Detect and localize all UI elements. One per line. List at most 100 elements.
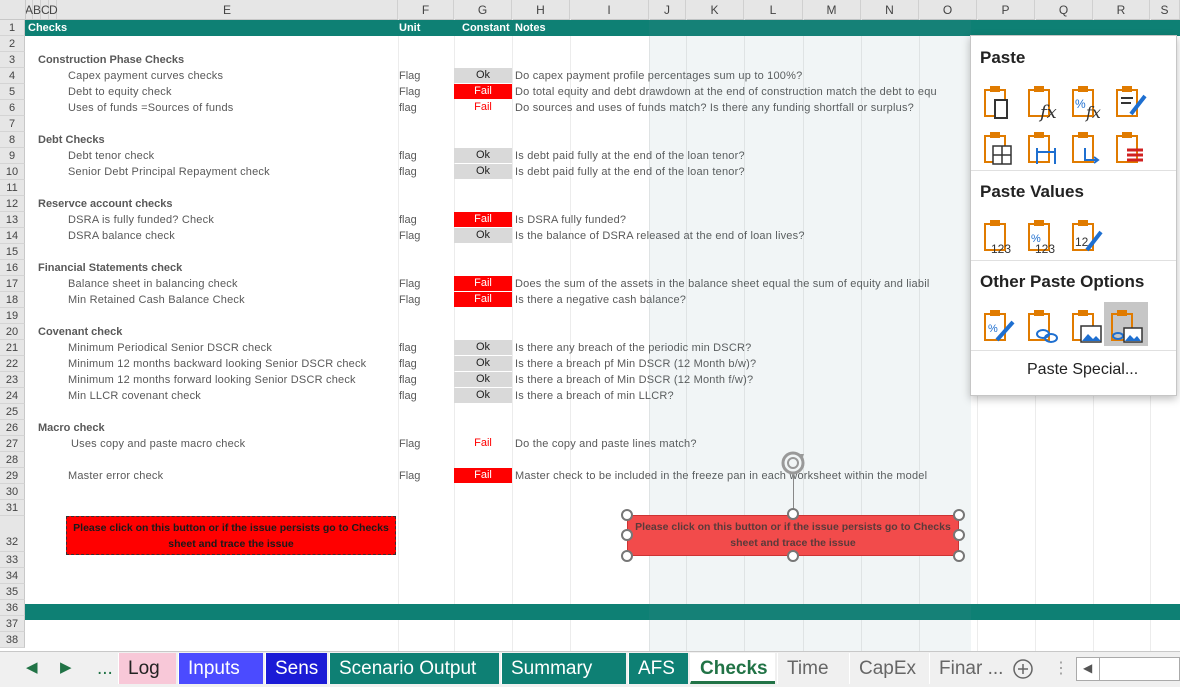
row-header-2[interactable]: 2 [0,36,25,52]
row-header-7[interactable]: 7 [0,116,25,132]
paste-formatting-icon[interactable] [1111,128,1151,168]
column-header-k[interactable]: K [686,0,744,19]
column-header-e[interactable]: E [57,0,398,19]
more-options-icon[interactable]: ⋮ [1053,658,1069,678]
paste-formulas-icon[interactable]: fx [1023,82,1063,122]
check-status[interactable]: Fail [454,84,512,99]
row-header-24[interactable]: 24 [0,388,25,404]
sheet-tab-scenario-output[interactable]: Scenario Output [329,653,499,684]
column-header-s[interactable]: S [1150,0,1180,19]
column-header-b[interactable]: B [33,0,41,19]
row-header-35[interactable]: 35 [0,584,25,600]
row-header-4[interactable]: 4 [0,68,25,84]
column-header-n[interactable]: N [861,0,919,19]
check-status[interactable]: Ok [454,340,512,355]
row-header-29[interactable]: 29 [0,468,25,484]
row-header-19[interactable]: 19 [0,308,25,324]
row-header-31[interactable]: 31 [0,500,25,516]
column-header-l[interactable]: L [744,0,803,19]
resize-handle-tr[interactable] [953,509,965,521]
row-header-22[interactable]: 22 [0,356,25,372]
resize-handle-br[interactable] [953,550,965,562]
row-header-36[interactable]: 36 [0,600,25,616]
resize-handle-b[interactable] [787,550,799,562]
column-header-d[interactable]: D [49,0,58,19]
column-header-q[interactable]: Q [1035,0,1093,19]
resize-handle-tl[interactable] [621,509,633,521]
sheet-tab-summary[interactable]: Summary [501,653,626,684]
values-source-formatting-icon[interactable]: 12 [1067,216,1107,256]
no-borders-icon[interactable] [979,128,1019,168]
row-header-26[interactable]: 26 [0,420,25,436]
paste-formulas-number-format-icon[interactable]: % fx [1067,82,1107,122]
row-header-32[interactable]: 32 [0,516,25,552]
paste-link-icon[interactable] [1023,306,1063,346]
row-header-6[interactable]: 6 [0,100,25,116]
row-header-37[interactable]: 37 [0,616,25,632]
row-header-14[interactable]: 14 [0,228,25,244]
check-status[interactable]: Fail [454,276,512,291]
sheet-tab-afs[interactable]: AFS [628,653,688,684]
sheet-tab-checks[interactable]: Checks [690,653,775,684]
row-header-16[interactable]: 16 [0,260,25,276]
paste-icon[interactable] [979,82,1019,122]
row-header-10[interactable]: 10 [0,164,25,180]
resize-handle-t[interactable] [787,508,799,520]
paste-values-icon[interactable]: 123 [979,216,1019,256]
horizontal-scrollbar[interactable]: ◀ [1076,657,1180,681]
add-sheet-icon[interactable] [1012,658,1034,680]
column-header-h[interactable]: H [512,0,570,19]
row-header-30[interactable]: 30 [0,484,25,500]
row-header-15[interactable]: 15 [0,244,25,260]
sheet-tab-sens[interactable]: Sens [265,653,327,684]
row-header-1[interactable]: 1 [0,20,25,36]
column-header-m[interactable]: M [803,0,861,19]
column-header-g[interactable]: G [454,0,512,19]
check-status[interactable]: Fail [454,436,512,451]
row-header-23[interactable]: 23 [0,372,25,388]
row-header-28[interactable]: 28 [0,452,25,468]
scrollbar-left-arrow-icon[interactable]: ◀ [1083,661,1092,675]
check-status[interactable]: Ok [454,148,512,163]
check-status[interactable]: Fail [454,292,512,307]
column-header-i[interactable]: I [570,0,649,19]
rotate-handle-icon[interactable] [778,448,808,478]
row-header-34[interactable]: 34 [0,568,25,584]
paste-special-item[interactable]: Paste Special... [1027,361,1138,379]
row-header-20[interactable]: 20 [0,324,25,340]
column-header-o[interactable]: O [919,0,977,19]
check-status[interactable]: Fail [454,212,512,227]
column-header-c[interactable]: C [41,0,50,19]
check-status[interactable]: Ok [454,372,512,387]
linked-picture-icon[interactable] [1106,306,1146,346]
check-status[interactable]: Ok [454,228,512,243]
resize-handle-r[interactable] [953,529,965,541]
transpose-icon[interactable] [1067,128,1107,168]
column-header-r[interactable]: R [1093,0,1150,19]
row-header-9[interactable]: 9 [0,148,25,164]
sheet-tab-finar-[interactable]: Finar ... [929,653,1019,684]
row-header-33[interactable]: 33 [0,552,25,568]
row-header-12[interactable]: 12 [0,196,25,212]
keep-source-formatting-icon[interactable] [1111,82,1151,122]
sheet-tab-inputs[interactable]: Inputs [178,653,263,684]
row-header-17[interactable]: 17 [0,276,25,292]
check-status[interactable]: Ok [454,356,512,371]
sheet-tab--[interactable]: ... [88,653,116,684]
row-header-13[interactable]: 13 [0,212,25,228]
scroll-left-icon[interactable]: ◀ [26,658,38,676]
sheet-tab-capex[interactable]: CapEx [849,653,927,684]
check-status[interactable]: Ok [454,68,512,83]
row-header-3[interactable]: 3 [0,52,25,68]
check-status[interactable]: Fail [454,468,512,483]
resize-handle-l[interactable] [621,529,633,541]
row-header-18[interactable]: 18 [0,292,25,308]
row-header-25[interactable]: 25 [0,404,25,420]
picture-icon[interactable] [1067,306,1107,346]
formatting-icon[interactable]: % [979,306,1019,346]
check-status[interactable]: Ok [454,388,512,403]
row-header-21[interactable]: 21 [0,340,25,356]
scroll-right-icon[interactable]: ▶ [60,658,72,676]
column-header-j[interactable]: J [649,0,686,19]
resize-handle-bl[interactable] [621,550,633,562]
